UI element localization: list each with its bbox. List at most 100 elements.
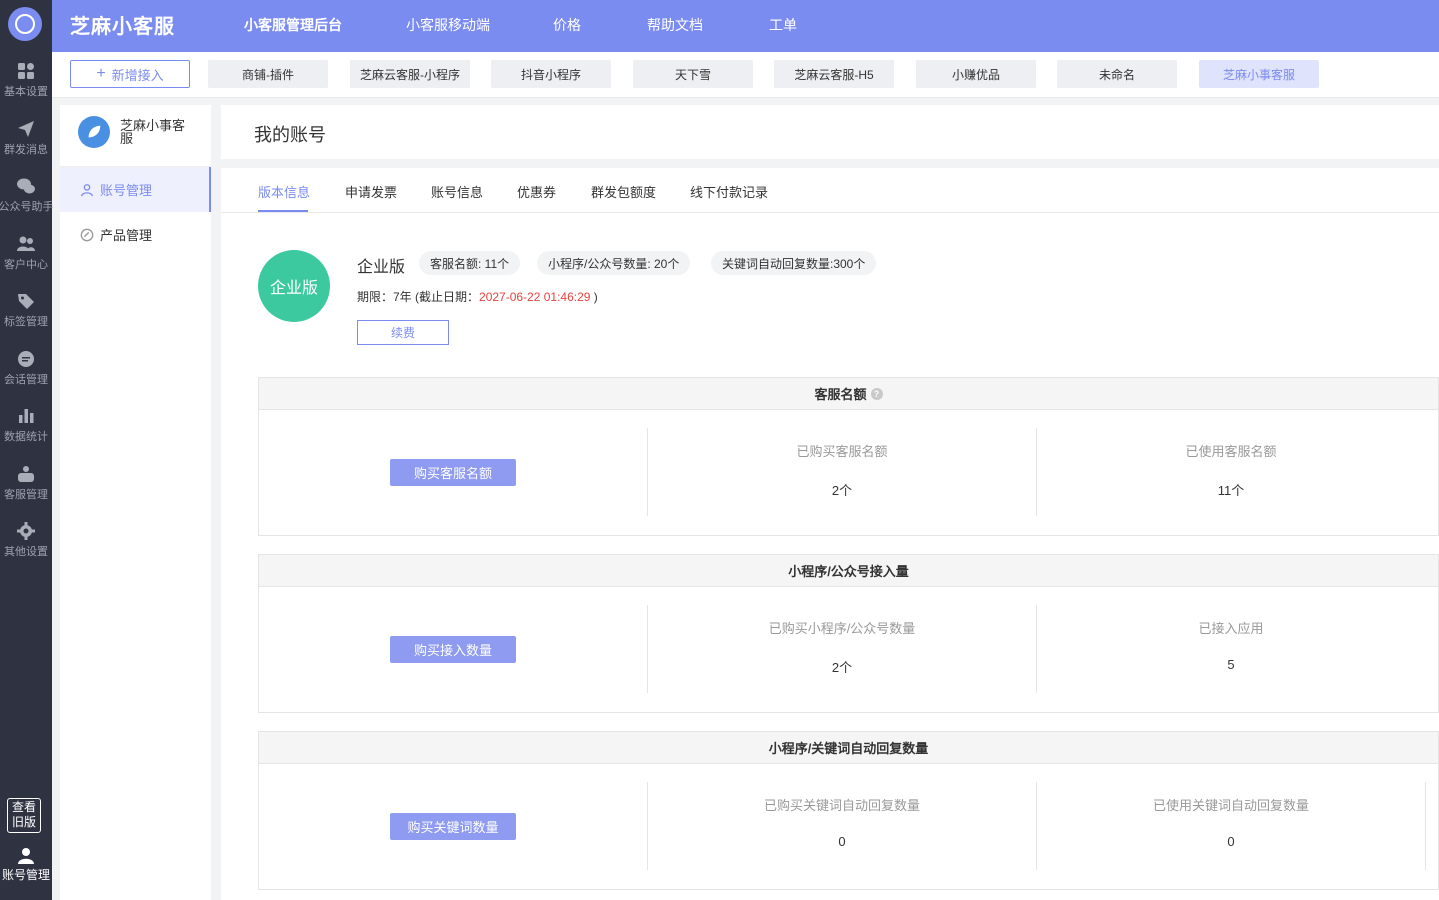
stat-value: 11个 (1217, 483, 1245, 498)
app-tab-active[interactable]: 芝麻小事客服 (1199, 60, 1319, 88)
title-box: 我的账号 (221, 105, 1439, 159)
old-version-button[interactable]: 查看旧版 (7, 798, 41, 833)
keyword-quota-section: 小程序/关键词自动回复数量 购买关键词数量 已购买关键词自动回复数量 0 已使用… (258, 731, 1439, 890)
user-outline-icon (81, 183, 93, 196)
rail-item-label: 公众号助手 (0, 201, 54, 213)
send-icon (16, 119, 36, 139)
stat-value: 2个 (831, 483, 853, 498)
buy-seats-button[interactable]: 购买客服名额 (390, 459, 516, 486)
sidebar-item-label: 产品管理 (100, 228, 153, 243)
help-icon[interactable]: ? (870, 387, 883, 400)
active-tab-indicator (258, 210, 308, 212)
expiry-date: 2027-06-22 01:46:29 (479, 290, 591, 304)
add-access-label: 新增接入 (111, 67, 164, 83)
rail-item-basic-settings[interactable]: 基本设置 (0, 57, 52, 113)
version-name: 企业版 (357, 259, 406, 276)
app-tab[interactable]: 芝麻云客服-小程序 (350, 60, 470, 88)
version-badge: 企业版 (258, 250, 330, 322)
divider (1425, 782, 1426, 870)
rail-item-broadcast[interactable]: 群发消息 (0, 115, 52, 171)
top-header: 芝麻小客服 小客服管理后台 小客服移动端 价格 帮助文档 工单 (52, 0, 1439, 52)
section-header: 小程序/关键词自动回复数量 (259, 732, 1438, 764)
logo-icon[interactable] (8, 7, 42, 41)
leaf-icon (78, 116, 110, 148)
stat-label: 已购买关键词自动回复数量 (763, 798, 920, 813)
stat-value: 0 (1227, 834, 1235, 849)
rail-item-label: 客户中心 (4, 259, 48, 271)
app-tab[interactable]: 天下雪 (633, 60, 753, 88)
stat-label: 已购买小程序/公众号数量 (768, 621, 916, 636)
wechat-icon (16, 176, 36, 196)
stat-label: 已使用客服名额 (1185, 444, 1277, 459)
plus-icon: + (96, 65, 106, 82)
app-tab[interactable]: 芝麻云客服-H5 (774, 60, 894, 88)
rail-item-label: 群发消息 (4, 144, 48, 156)
product-icon (80, 228, 94, 241)
add-access-button[interactable]: + 新增接入 (70, 60, 190, 88)
app-tab[interactable]: 小赚优品 (916, 60, 1036, 88)
section-title: 客服名额 (814, 387, 867, 402)
rail-item-label: 客服管理 (4, 489, 48, 501)
user-icon (18, 848, 34, 864)
nav-price[interactable]: 价格 (553, 15, 581, 35)
rail-item-sessions[interactable]: 会话管理 (0, 345, 52, 401)
rail-account-label: 账号管理 (1, 868, 50, 882)
main-content: 版本信息 申请发票 账号信息 优惠券 群发包额度 线下付款记录 企业版 企业版 … (221, 168, 1439, 900)
tab-bar: 版本信息 申请发票 账号信息 优惠券 群发包额度 线下付款记录 (221, 168, 1439, 213)
app-tab[interactable]: 商铺-插件 (208, 60, 328, 88)
section-title: 小程序/关键词自动回复数量 (768, 741, 929, 756)
rail-item-other-settings[interactable]: 其他设置 (0, 517, 52, 573)
section-header: 小程序/公众号接入量 (259, 555, 1438, 587)
rail-item-label: 标签管理 (4, 316, 48, 328)
stat-label: 已使用关键词自动回复数量 (1152, 798, 1309, 813)
grid-icon (16, 61, 36, 81)
secondary-sidebar: 芝麻小事客服 账号管理 产品管理 (60, 105, 211, 900)
rail-account[interactable]: 账号管理 (0, 846, 52, 883)
service-icon (16, 464, 36, 484)
nav-help[interactable]: 帮助文档 (647, 15, 703, 35)
tab-offline-payments[interactable]: 线下付款记录 (690, 182, 768, 201)
rail-item-service-management[interactable]: 客服管理 (0, 460, 52, 516)
section-title: 小程序/公众号接入量 (788, 564, 909, 579)
quota-pill: 客服名额: 11个 (419, 251, 521, 275)
stat-label: 已接入应用 (1198, 621, 1264, 636)
rail-item-wechat-assistant[interactable]: 公众号助手 (0, 172, 54, 228)
buy-keywords-button[interactable]: 购买关键词数量 (390, 813, 516, 840)
buy-access-button[interactable]: 购买接入数量 (390, 636, 516, 663)
app-header: 芝麻小事客服 (60, 105, 211, 167)
chat-icon (16, 349, 36, 369)
stat-value: 2个 (831, 660, 853, 675)
app-name: 芝麻小事客服 (120, 118, 186, 146)
bar-chart-icon (16, 406, 36, 426)
validity-period: 期限：7年 (截止日期：2027-06-22 01:46:29 ) (357, 288, 598, 305)
rail-item-label: 数据统计 (4, 431, 48, 443)
quota-pill: 关键词自动回复数量:300个 (711, 251, 877, 275)
gear-icon (16, 521, 36, 541)
tag-icon (16, 291, 36, 311)
rail-item-tags[interactable]: 标签管理 (0, 287, 52, 343)
rail-item-statistics[interactable]: 数据统计 (0, 402, 52, 458)
stat-label: 已购买客服名额 (796, 444, 888, 459)
rail-item-customers[interactable]: 客户中心 (0, 230, 52, 286)
renew-button[interactable]: 续费 (357, 320, 449, 345)
users-icon (16, 234, 36, 254)
sidebar-item-label: 账号管理 (100, 183, 153, 198)
rail-item-label: 其他设置 (4, 546, 48, 558)
sidebar-item-products[interactable]: 产品管理 (60, 212, 211, 257)
tab-coupons[interactable]: 优惠券 (517, 182, 556, 201)
tab-account-info[interactable]: 账号信息 (431, 182, 483, 201)
tab-version-info[interactable]: 版本信息 (258, 182, 310, 201)
nav-admin[interactable]: 小客服管理后台 (244, 15, 342, 35)
stat-value: 5 (1227, 657, 1235, 672)
nav-mobile[interactable]: 小客服移动端 (406, 15, 490, 35)
app-tabs-bar: + 新增接入 商铺-插件 芝麻云客服-小程序 抖音小程序 天下雪 芝麻云客服-H… (52, 52, 1439, 98)
period-suffix: ) (590, 290, 598, 304)
tab-invoice[interactable]: 申请发票 (345, 182, 397, 201)
sidebar-item-account[interactable]: 账号管理 (60, 167, 211, 212)
app-tab[interactable]: 抖音小程序 (491, 60, 611, 88)
left-rail: 基本设置 群发消息 公众号助手 客户中心 标签管理 会话管理 数据统计 客服管理… (0, 0, 54, 900)
tab-broadcast-quota[interactable]: 群发包额度 (591, 182, 656, 201)
nav-ticket[interactable]: 工单 (769, 15, 797, 35)
period-prefix: 期限：7年 (截止日期： (357, 290, 480, 304)
app-tab[interactable]: 未命名 (1057, 60, 1177, 88)
